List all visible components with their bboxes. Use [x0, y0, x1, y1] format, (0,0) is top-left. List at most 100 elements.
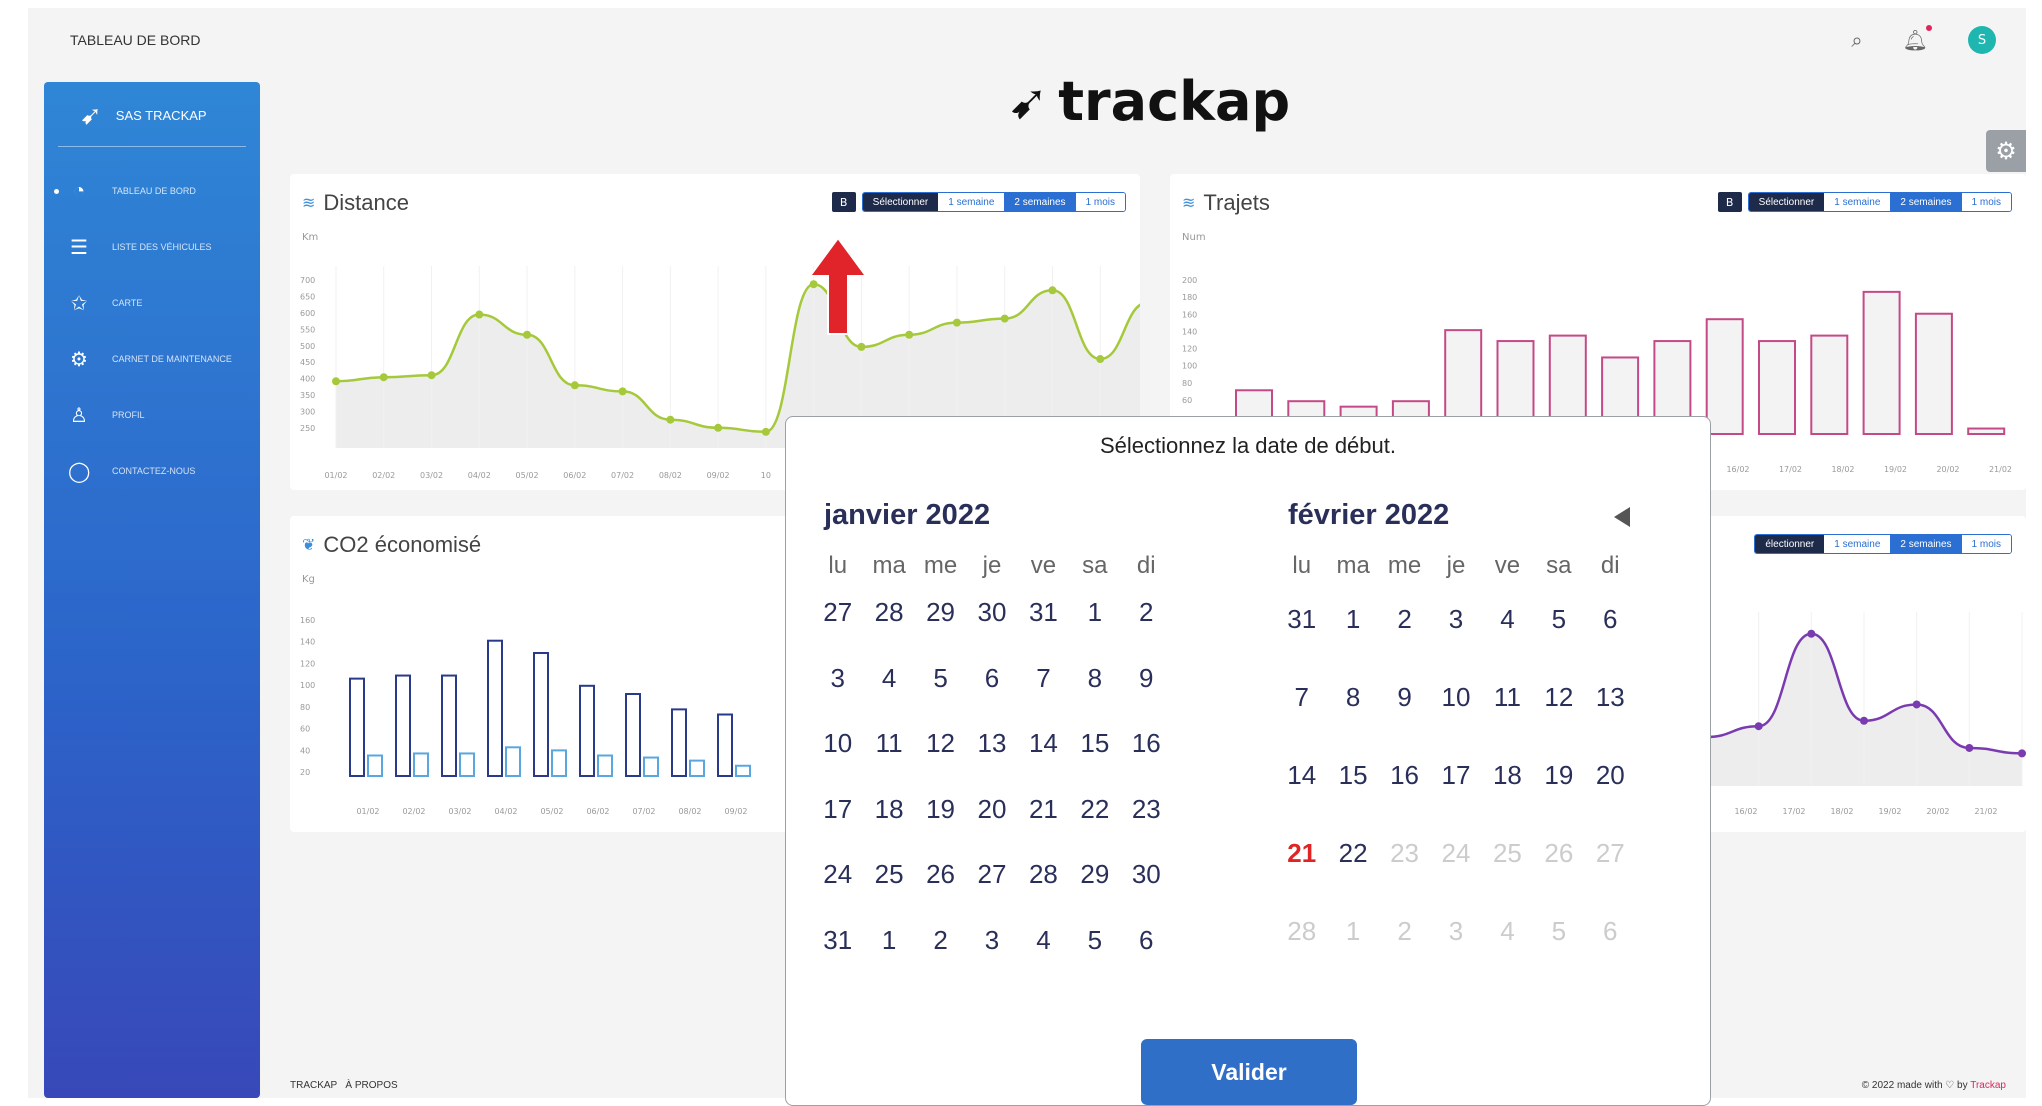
trackap-logo-icon: ➹: [1008, 73, 1049, 130]
day-cell[interactable]: 20: [1585, 736, 1636, 814]
day-cell[interactable]: 8: [1069, 646, 1120, 712]
day-cell[interactable]: 20: [966, 777, 1017, 843]
day-cell[interactable]: 5: [915, 646, 966, 712]
sidebar-item-dashboard[interactable]: ◔ TABLEAU DE BORD: [44, 163, 260, 219]
sidebar-item-profile[interactable]: ♙ PROFIL: [44, 387, 260, 443]
day-cell[interactable]: 1: [1069, 580, 1120, 646]
day-cell[interactable]: 28: [1018, 842, 1069, 908]
day-cell[interactable]: 18: [1482, 736, 1533, 814]
x-tick-label: 19/02: [1878, 807, 1901, 816]
y-tick-label: 650: [300, 292, 315, 301]
sidebar-brand[interactable]: ➹ SAS TRACKAP: [58, 82, 246, 147]
user-icon: ♙: [70, 404, 88, 427]
day-cell[interactable]: 31: [1018, 580, 1069, 646]
day-cell[interactable]: 21: [1018, 777, 1069, 843]
day-cell[interactable]: 25: [863, 842, 914, 908]
day-cell[interactable]: 16: [1379, 736, 1430, 814]
day-cell[interactable]: 5: [1533, 580, 1584, 658]
day-cell[interactable]: 3: [812, 646, 863, 712]
line-point: [475, 310, 484, 319]
day-cell[interactable]: 19: [1533, 736, 1584, 814]
day-cell[interactable]: 2: [1379, 580, 1430, 658]
day-cell[interactable]: 26: [915, 842, 966, 908]
day-cell[interactable]: 31: [812, 908, 863, 974]
day-cell: 3: [1448, 915, 1464, 946]
day-cell[interactable]: 24: [812, 842, 863, 908]
day-cell[interactable]: 8: [1327, 658, 1378, 736]
previous-month-button[interactable]: [1614, 507, 1630, 527]
day-cell[interactable]: 11: [863, 711, 914, 777]
day-cell[interactable]: 6: [1585, 580, 1636, 658]
day-cell[interactable]: 23: [1121, 777, 1172, 843]
line-point: [857, 342, 866, 351]
day-cell[interactable]: 16: [1121, 711, 1172, 777]
day-cell[interactable]: 14: [1276, 736, 1327, 814]
sidebar-item-vehicles[interactable]: ☰ LISTE DES VÉHICULES: [44, 219, 260, 275]
x-tick-label: 16/02: [1734, 807, 1757, 816]
day-cell[interactable]: 9: [1379, 658, 1430, 736]
day-cell[interactable]: 12: [915, 711, 966, 777]
day-cell[interactable]: 1: [863, 908, 914, 974]
day-cell[interactable]: 12: [1533, 658, 1584, 736]
day-cell[interactable]: 5: [1069, 908, 1120, 974]
day-cell[interactable]: 2: [915, 908, 966, 974]
y-tick-label: 140: [300, 638, 315, 647]
day-cell[interactable]: 3: [966, 908, 1017, 974]
day-cell[interactable]: 10: [1430, 658, 1481, 736]
settings-gear-button[interactable]: ⚙: [1986, 130, 2026, 172]
day-cell[interactable]: 27: [812, 580, 863, 646]
sidebar-item-maintenance[interactable]: ⚙ CARNET DE MAINTENANCE: [44, 331, 260, 387]
validate-button[interactable]: Valider: [1141, 1039, 1357, 1105]
x-tick-label: 09/02: [707, 471, 730, 480]
day-cell[interactable]: 13: [966, 711, 1017, 777]
day-cell[interactable]: 7: [1276, 658, 1327, 736]
day-cell[interactable]: 15: [1327, 736, 1378, 814]
footer-trackap-link[interactable]: TRACKAP: [290, 1080, 337, 1091]
x-tick-label: 05/02: [540, 807, 563, 816]
day-cell[interactable]: 30: [1121, 842, 1172, 908]
line-point: [1912, 700, 1921, 709]
day-cell[interactable]: 17: [1430, 736, 1481, 814]
footer-brand-link[interactable]: Trackap: [1970, 1080, 2006, 1091]
bar: [413, 752, 429, 777]
day-cell[interactable]: 27: [966, 842, 1017, 908]
day-cell[interactable]: 11: [1482, 658, 1533, 736]
day-cell[interactable]: 19: [915, 777, 966, 843]
bar: [441, 674, 457, 777]
footer-about-link[interactable]: À PROPOS: [345, 1080, 397, 1091]
day-cell[interactable]: 6: [1121, 908, 1172, 974]
day-cell[interactable]: 6: [966, 646, 1017, 712]
avatar[interactable]: S: [1968, 26, 1996, 54]
day-cell[interactable]: 13: [1585, 658, 1636, 736]
sidebar-item-map[interactable]: ✩ CARTE: [44, 275, 260, 331]
day-cell[interactable]: 31: [1276, 580, 1327, 658]
weekday-label: sa: [1546, 552, 1572, 579]
day-cell[interactable]: 9: [1121, 646, 1172, 712]
sidebar-item-contact[interactable]: ◯ CONTACTEZ-NOUS: [44, 443, 260, 499]
bell-icon[interactable]: 🔔︎: [1903, 25, 1932, 52]
day-cell[interactable]: 29: [1069, 842, 1120, 908]
line-point: [2018, 749, 2026, 758]
day-cell[interactable]: 18: [863, 777, 914, 843]
day-cell[interactable]: 14: [1018, 711, 1069, 777]
day-cell[interactable]: 17: [812, 777, 863, 843]
pie-chart-icon: ◔: [72, 179, 86, 202]
day-cell[interactable]: 10: [812, 711, 863, 777]
day-cell[interactable]: 29: [915, 580, 966, 646]
day-cell[interactable]: 3: [1430, 580, 1481, 658]
day-cell[interactable]: 22: [1327, 814, 1378, 892]
day-cell[interactable]: 4: [1482, 580, 1533, 658]
day-cell[interactable]: 15: [1069, 711, 1120, 777]
day-cell[interactable]: 1: [1327, 580, 1378, 658]
y-tick-label: 120: [300, 659, 315, 668]
day-cell-today[interactable]: 21: [1276, 814, 1327, 892]
day-cell[interactable]: 2: [1121, 580, 1172, 646]
day-cell[interactable]: 7: [1018, 646, 1069, 712]
day-cell[interactable]: 28: [863, 580, 914, 646]
day-cell[interactable]: 22: [1069, 777, 1120, 843]
red-annotation-arrow: [808, 236, 868, 335]
day-cell[interactable]: 4: [863, 646, 914, 712]
day-cell[interactable]: 4: [1018, 908, 1069, 974]
day-cell[interactable]: 30: [966, 580, 1017, 646]
search-icon[interactable]: ⌕: [1851, 28, 1862, 52]
